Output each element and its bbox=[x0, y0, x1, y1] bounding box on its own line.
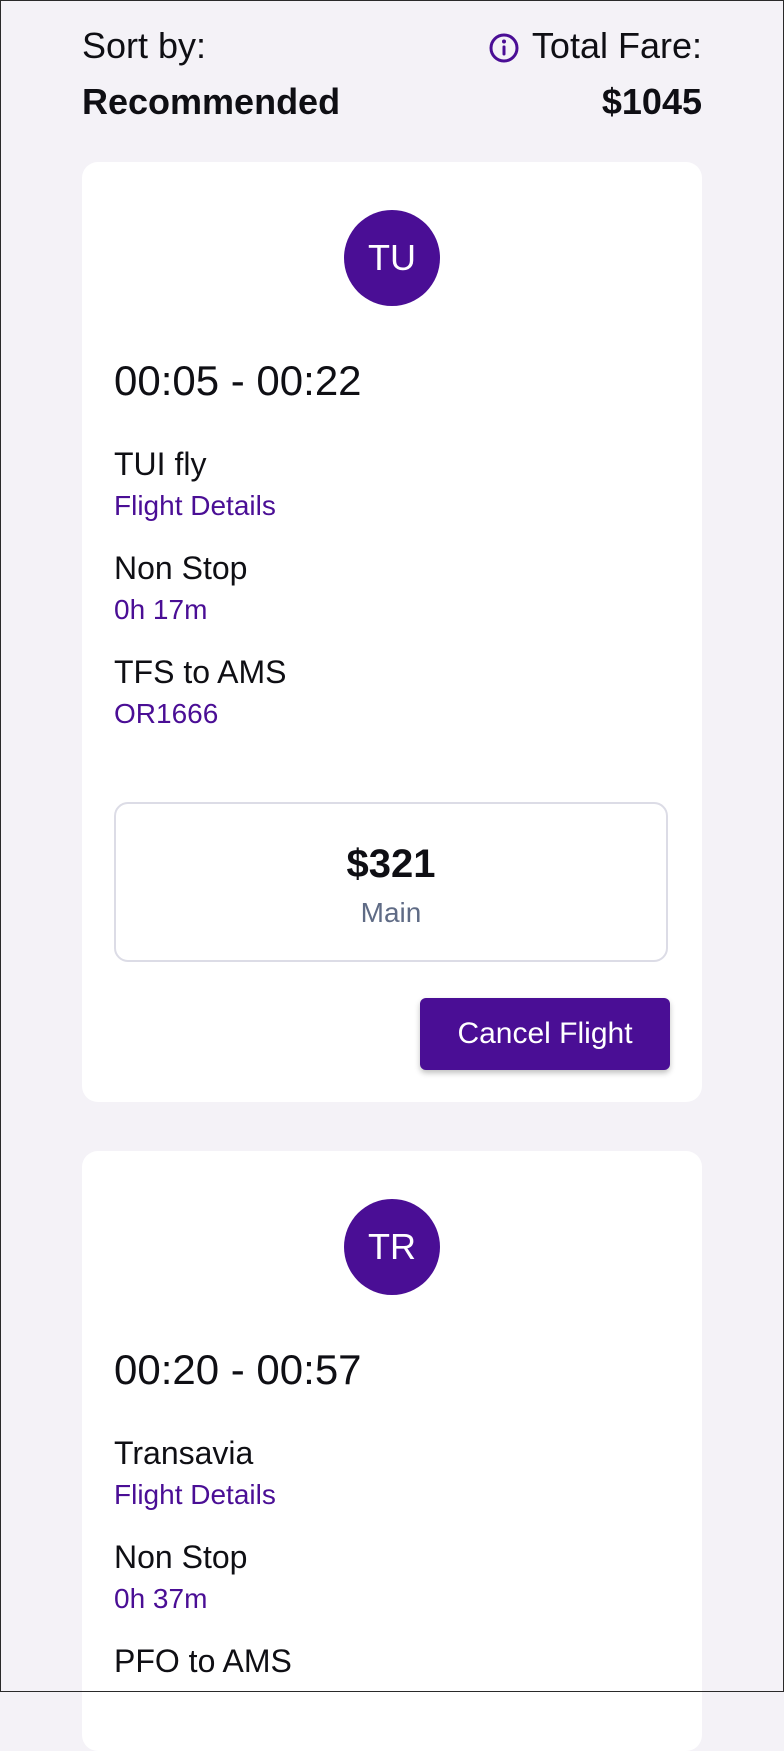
flight-number: OR1666 bbox=[114, 698, 219, 729]
total-fare-text: Total Fare: bbox=[531, 25, 702, 66]
flight-duration: 0h 17m bbox=[114, 594, 208, 625]
results-summary: Sort by: Recommended Total Fare: $1045 bbox=[82, 0, 702, 162]
stops-label: Non Stop bbox=[114, 550, 248, 586]
flight-card: TU 00:05 - 00:22 TUI fly Flight Details … bbox=[82, 162, 702, 1102]
route-label: PFO to AMS bbox=[114, 1643, 292, 1679]
flight-time-range: 00:05 - 00:22 bbox=[114, 357, 362, 404]
fare-option[interactable]: $321 Main bbox=[114, 802, 668, 962]
airline-name: TUI fly bbox=[114, 446, 207, 482]
airline-avatar: TR bbox=[344, 1199, 440, 1295]
flight-time-range: 00:20 - 00:57 bbox=[114, 1346, 362, 1393]
flight-duration: 0h 37m bbox=[114, 1583, 208, 1614]
stops-label: Non Stop bbox=[114, 1539, 248, 1575]
info-circle-icon[interactable] bbox=[488, 30, 520, 63]
flight-results-page: Sort by: Recommended Total Fare: $1045 T… bbox=[82, 0, 702, 1751]
fare-price: $321 bbox=[346, 842, 436, 886]
sort-selector[interactable]: Recommended bbox=[82, 80, 340, 124]
route-label: TFS to AMS bbox=[114, 654, 287, 690]
total-fare-label: Total Fare: bbox=[488, 24, 702, 68]
fare-cabin: Main bbox=[360, 897, 422, 928]
flight-card: TR 00:20 - 00:57 Transavia Flight Detail… bbox=[82, 1151, 702, 1751]
total-fare-value: $1045 bbox=[601, 81, 702, 122]
flight-details-link[interactable]: Flight Details bbox=[114, 488, 276, 524]
airline-avatar: TU bbox=[344, 210, 440, 306]
cancel-flight-button[interactable]: Cancel Flight bbox=[420, 998, 670, 1070]
airline-name: Transavia bbox=[114, 1435, 254, 1471]
flight-details-link[interactable]: Flight Details bbox=[114, 1477, 276, 1513]
sort-label: Sort by: bbox=[82, 25, 207, 66]
